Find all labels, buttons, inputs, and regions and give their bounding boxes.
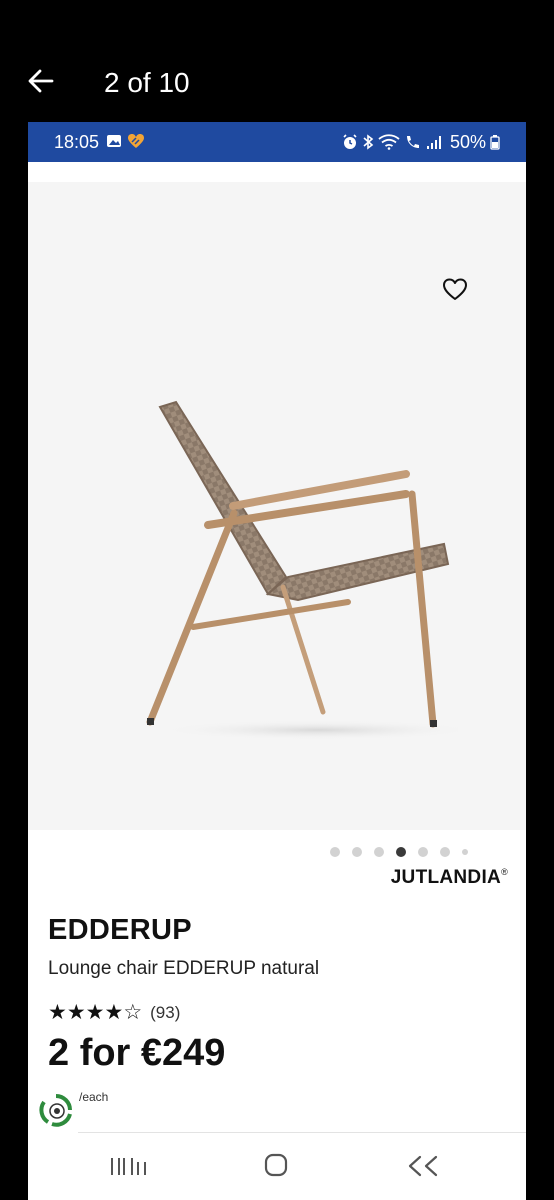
app-notification-icon bbox=[128, 134, 144, 148]
carousel-dot[interactable] bbox=[440, 847, 450, 857]
carousel-dot[interactable] bbox=[462, 849, 468, 855]
carousel-dot[interactable] bbox=[352, 847, 362, 857]
bluetooth-icon bbox=[363, 134, 374, 150]
call-icon bbox=[406, 136, 419, 148]
carousel-dot[interactable] bbox=[418, 847, 428, 857]
divider bbox=[78, 1132, 526, 1133]
rating[interactable]: ★ ★ ★ ★ ☆ (93) bbox=[48, 1002, 180, 1024]
eco-badge-icon[interactable] bbox=[38, 1092, 74, 1130]
carousel-dot-active[interactable] bbox=[396, 847, 406, 857]
status-bar: 18:05 50% bbox=[28, 122, 526, 162]
viewer-header: 2 of 10 bbox=[0, 0, 554, 122]
back-chevron-icon[interactable] bbox=[406, 1154, 440, 1178]
price-unit: /each bbox=[79, 1090, 109, 1104]
carousel-dot[interactable] bbox=[374, 847, 384, 857]
recents-icon[interactable] bbox=[110, 1155, 148, 1177]
alarm-icon bbox=[343, 134, 357, 149]
carousel-dot[interactable] bbox=[330, 847, 340, 857]
price: 2 for €249 bbox=[48, 1032, 226, 1074]
wifi-icon bbox=[378, 134, 400, 150]
brand-name: JUTLANDIA bbox=[390, 867, 502, 888]
chair-product-image bbox=[146, 400, 458, 740]
status-time: 18:05 bbox=[54, 132, 100, 152]
product-name: EDDERUP bbox=[48, 914, 192, 946]
signal-icon bbox=[426, 136, 441, 149]
heart-outline-icon[interactable] bbox=[442, 277, 468, 303]
star-filled-icon: ★ bbox=[48, 1001, 67, 1024]
product-description: Lounge chair EDDERUP natural bbox=[48, 958, 320, 979]
phone-screenshot: 18:05 50% JUTLANDIA® EDDERUP Lounge chai… bbox=[28, 122, 526, 1200]
review-count[interactable]: (93) bbox=[150, 1003, 180, 1023]
star-empty-icon: ☆ bbox=[123, 1001, 143, 1024]
carousel-dots[interactable] bbox=[330, 846, 468, 858]
home-icon[interactable] bbox=[264, 1153, 288, 1177]
star-filled-icon: ★ bbox=[104, 1001, 124, 1024]
registered-mark: ® bbox=[501, 867, 508, 877]
search-strip bbox=[28, 162, 526, 182]
star-filled-icon: ★ bbox=[85, 1001, 105, 1024]
arrow-left-icon[interactable] bbox=[26, 66, 56, 96]
page-counter: 2 of 10 bbox=[104, 67, 190, 98]
star-filled-icon: ★ bbox=[66, 1001, 86, 1024]
brand-logo[interactable]: JUTLANDIA® bbox=[391, 867, 508, 889]
product-image-area[interactable] bbox=[28, 182, 526, 857]
battery-icon bbox=[490, 135, 500, 150]
gallery-icon bbox=[107, 135, 121, 147]
status-icons: 50% bbox=[342, 131, 500, 153]
battery-percentage: 50% bbox=[449, 131, 486, 152]
